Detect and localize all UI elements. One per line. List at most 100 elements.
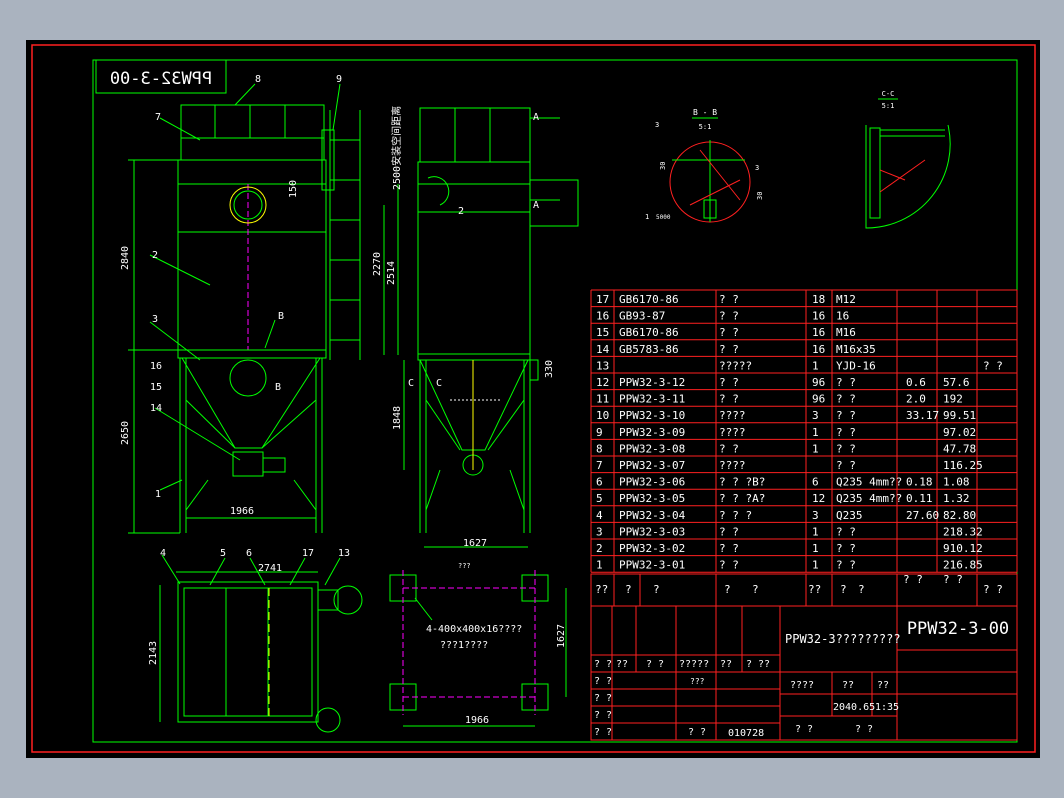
vertical-note: 2500安装空间距离 — [390, 106, 403, 190]
table-cell: 8 — [596, 442, 603, 455]
table-cell: 15 — [596, 326, 609, 339]
detail-cc-title: C-C — [882, 90, 895, 98]
bom-header-cell: ? — [625, 583, 632, 596]
bom-header-cell: ? ? — [943, 573, 963, 586]
table-cell: 14 — [596, 343, 610, 356]
bom-header-cell: ? — [840, 583, 847, 596]
callout-4: 4 — [160, 548, 166, 559]
table-cell: 1.08 — [943, 476, 970, 489]
bom-header-cell: ? — [858, 583, 865, 596]
table-cell: 12 — [812, 492, 825, 505]
dim-2840: 2840 — [120, 246, 131, 270]
table-cell: PPW32-3-12 — [619, 376, 685, 389]
table-cell: M12 — [836, 293, 856, 306]
sign-5: ?? — [720, 659, 732, 670]
table-cell: PPW32-3-06 — [619, 476, 685, 489]
section-c-left: C — [408, 378, 414, 389]
dim-1966: 1966 — [230, 506, 254, 517]
dim-1966-base: 1966 — [465, 715, 489, 726]
sign-6: ? ?? — [746, 659, 770, 670]
bb-dim-30a: 30 — [659, 162, 667, 170]
table-cell: GB6170-86 — [619, 293, 679, 306]
table-cell: 82.80 — [943, 509, 976, 522]
left-row-4: ? ? — [594, 727, 612, 738]
table-cell: PPW32-3-03 — [619, 525, 685, 538]
table-cell: ? ? — [719, 442, 739, 455]
table-cell: 97.02 — [943, 426, 976, 439]
table-cell: 7 — [596, 459, 603, 472]
bom-header-cell: ? ? — [983, 583, 1003, 596]
bb-weld-3b: 3 — [755, 164, 759, 172]
table-cell: 17 — [596, 293, 609, 306]
section-a-top: A — [533, 112, 539, 123]
table-cell: ? ? — [719, 326, 739, 339]
scale-value: 1:35 — [875, 702, 899, 713]
section-c-right: C — [436, 378, 442, 389]
table-cell: 33.17 — [906, 409, 939, 422]
table-cell: ? ? ?A? — [719, 492, 765, 505]
table-cell: ? ? — [836, 442, 856, 455]
table-cell: 116.25 — [943, 459, 983, 472]
table-cell: PPW32-3-02 — [619, 542, 685, 555]
table-cell: 18 — [812, 293, 825, 306]
table-cell: ? ? — [719, 393, 739, 406]
sheet-2: ? ? — [855, 724, 873, 735]
table-cell: 27.60 — [906, 509, 939, 522]
callout-16: 16 — [150, 361, 162, 372]
callout-5: 5 — [220, 548, 226, 559]
table-cell: 96 — [812, 393, 825, 406]
bom-header-cell: ?? — [808, 583, 821, 596]
table-cell: 3 — [812, 509, 819, 522]
table-cell: PPW32-3-09 — [619, 426, 685, 439]
table-cell: 4 — [596, 509, 603, 522]
weight-value: 2040.65 — [833, 702, 875, 713]
table-cell: 6 — [596, 476, 603, 489]
mirrored-number: PPW32-3-00 — [110, 69, 212, 89]
callout-14: 14 — [150, 403, 162, 414]
dim-2741: 2741 — [258, 563, 282, 574]
dim-1627-side: 1627 — [463, 538, 487, 549]
scale-label: ?? — [877, 680, 889, 691]
table-cell: YJD-16 — [836, 359, 876, 372]
table-cell: ????? — [719, 359, 752, 372]
product-name: PPW32-3????????? — [785, 632, 901, 646]
table-cell: 9 — [596, 426, 603, 439]
dim-2514: 2514 — [386, 261, 397, 285]
sign-3: ? ? — [646, 659, 664, 670]
table-cell: 16 — [812, 343, 825, 356]
misc-1: ??? — [690, 677, 705, 686]
table-cell: PPW32-3-01 — [619, 559, 685, 572]
dim-2143: 2143 — [148, 641, 159, 665]
table-cell: ? ? ? — [719, 509, 752, 522]
table-cell: 1.32 — [943, 492, 970, 505]
section-a-bottom: A — [533, 200, 539, 211]
left-row-3: ? ? — [594, 710, 612, 721]
callout-6: 6 — [246, 548, 252, 559]
bb-weld-1: 1 — [645, 213, 649, 221]
table-cell: ? ? — [836, 459, 856, 472]
table-cell: GB93-87 — [619, 310, 665, 323]
table-cell: 3 — [812, 409, 819, 422]
callout-3: 3 — [152, 314, 158, 325]
weight-label: ?? — [842, 680, 854, 691]
table-cell: 0.18 — [906, 476, 933, 489]
table-row: 15 GB6170-86 ? ? 16 M16 — [596, 326, 856, 339]
table-cell: 6 — [812, 476, 819, 489]
section-b-upper: B — [278, 311, 284, 322]
callout-17: 17 — [302, 548, 314, 559]
table-cell: GB6170-86 — [619, 326, 679, 339]
table-cell: ? ? — [836, 559, 856, 572]
table-cell: 218.32 — [943, 525, 983, 538]
sign-1: ? ? — [594, 659, 612, 670]
table-cell: 216.85 — [943, 559, 983, 572]
table-cell: 47.78 — [943, 442, 976, 455]
table-cell: ? ? — [836, 426, 856, 439]
table-cell: 16 — [812, 326, 825, 339]
table-cell: ? ? — [836, 542, 856, 555]
table-cell: 16 — [836, 310, 849, 323]
dim-150: 150 — [288, 180, 299, 198]
table-cell: ? ? — [719, 542, 739, 555]
table-cell: 910.12 — [943, 542, 983, 555]
dim-330: 330 — [544, 360, 555, 378]
table-cell: PPW32-3-11 — [619, 393, 685, 406]
